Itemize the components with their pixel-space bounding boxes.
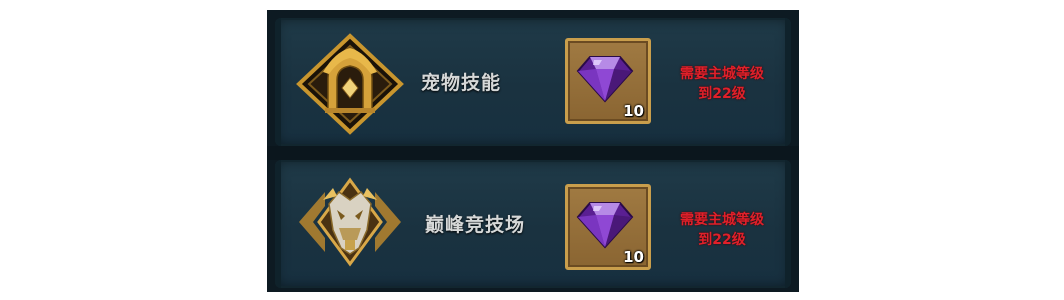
item-count: 10	[623, 102, 644, 120]
item-count: 10	[623, 248, 644, 266]
feature-list-panel: 宠物技能 10 需要主城等级 到22级 巅峰竞技场 10 需要主城等级 到22级	[267, 10, 799, 292]
requirement-line-1: 需要主城等级	[680, 66, 764, 82]
requirement-text: 需要主城等级 到22级	[667, 210, 777, 250]
requirement-text: 需要主城等级 到22级	[667, 64, 777, 104]
gem-cost-slot[interactable]: 10	[565, 38, 651, 124]
feature-title: 宠物技能	[421, 72, 502, 94]
feature-title: 巅峰竞技场	[425, 214, 526, 236]
feature-row-peak-arena[interactable]: 巅峰竞技场 10 需要主城等级 到22级	[275, 160, 791, 288]
feature-row-pet-skill[interactable]: 宠物技能 10 需要主城等级 到22级	[275, 18, 791, 146]
row-left-edge	[275, 18, 281, 146]
requirement-line-2: 到22级	[698, 232, 746, 248]
requirement-line-1: 需要主城等级	[680, 212, 764, 228]
row-right-edge	[785, 160, 791, 288]
row-left-edge	[275, 160, 281, 288]
purple-gem-icon	[576, 202, 634, 249]
row-right-edge	[785, 18, 791, 146]
requirement-line-2: 到22级	[698, 86, 746, 102]
peak-arena-emblem-icon	[299, 177, 401, 267]
purple-gem-icon	[576, 56, 634, 103]
pet-skill-emblem-icon	[296, 33, 404, 135]
row-separator	[267, 146, 799, 160]
gem-cost-slot[interactable]: 10	[565, 184, 651, 270]
